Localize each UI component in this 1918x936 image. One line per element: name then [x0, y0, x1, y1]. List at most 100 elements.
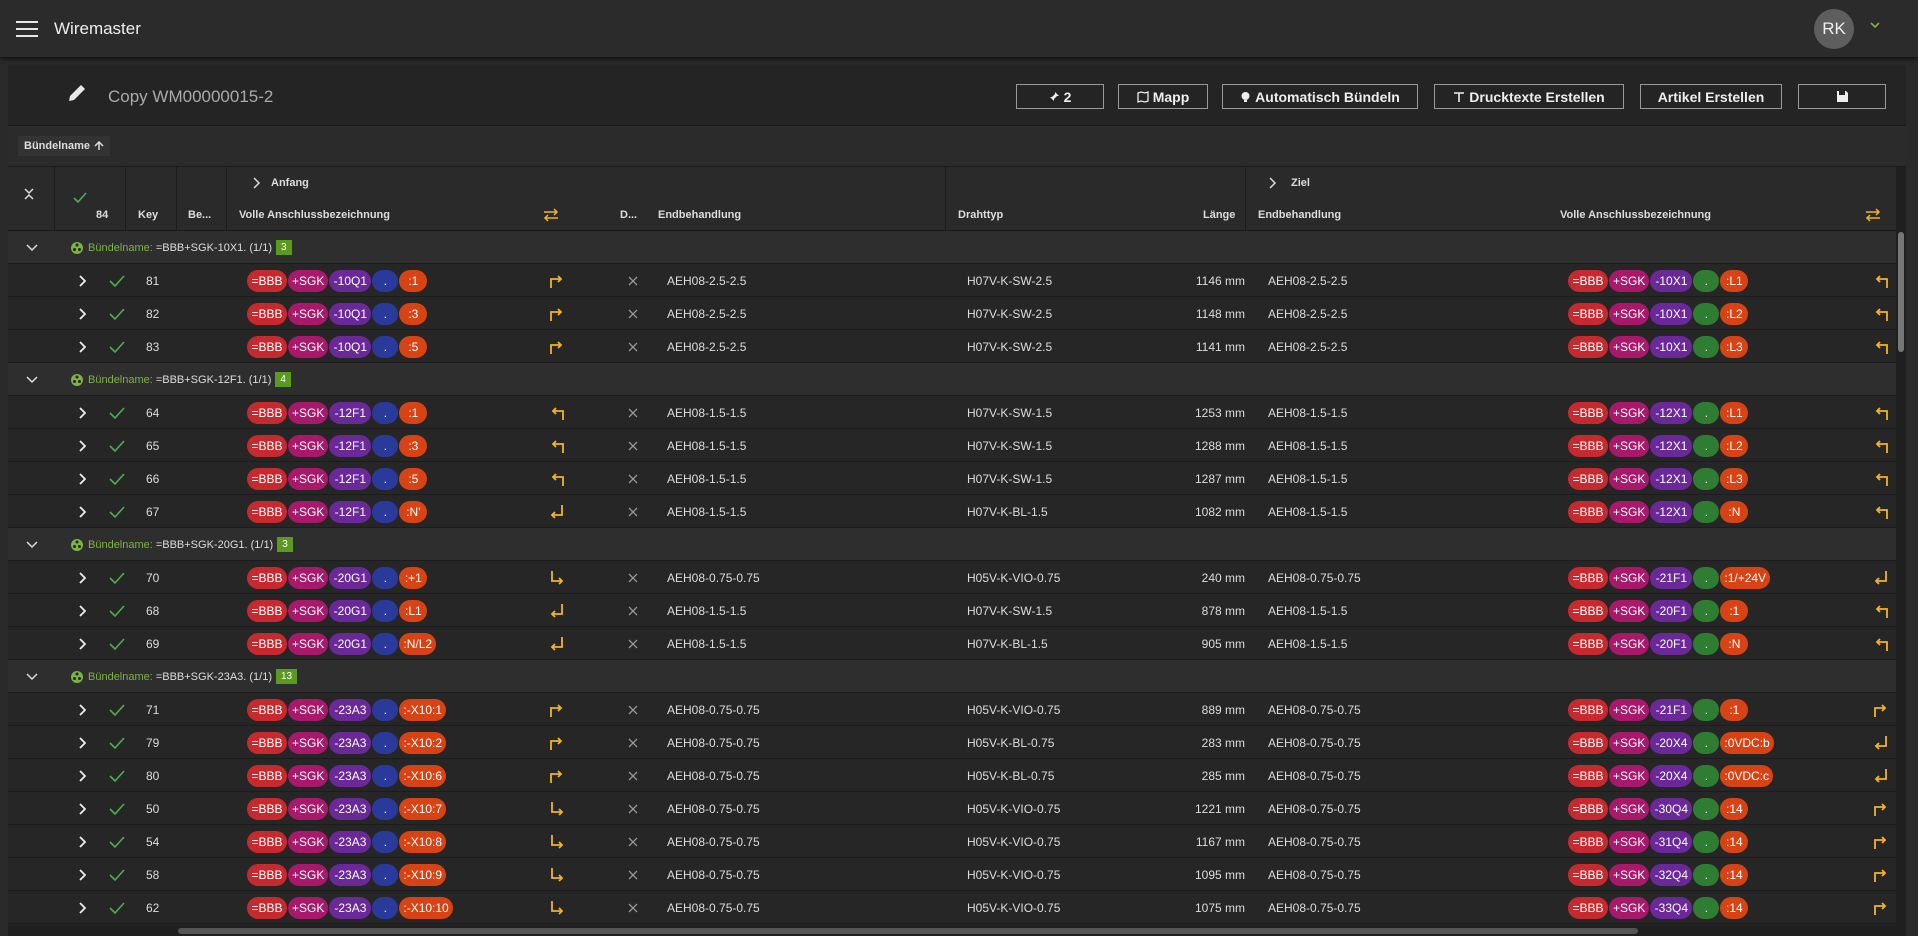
- table-row[interactable]: 67 =BBB +SGK -12F1.:N' AEH08-1.5-1.5 H07V-K-B…: [8, 495, 1898, 528]
- table-row[interactable]: 81 =BBB +SGK -10Q1.:1 AEH08-2.5-2.5 H07V-K-SW…: [8, 264, 1898, 297]
- chevron-right-icon[interactable]: [78, 462, 86, 495]
- check-icon[interactable]: [108, 561, 126, 594]
- direction-turn-left-icon[interactable]: [1872, 297, 1890, 330]
- check-icon[interactable]: [108, 495, 126, 528]
- chevron-right-icon[interactable]: [1268, 177, 1278, 189]
- table-row[interactable]: 64 =BBB +SGK -12F1.:1 AEH08-1.5-1.5 H07V-K-SW…: [8, 396, 1898, 429]
- direction-turn-left-icon[interactable]: [1872, 396, 1890, 429]
- chevron-right-icon[interactable]: [78, 330, 86, 363]
- close-icon[interactable]: [628, 858, 638, 891]
- chevron-right-icon[interactable]: [78, 891, 86, 924]
- chevron-right-icon[interactable]: [78, 561, 86, 594]
- check-icon[interactable]: [108, 297, 126, 330]
- sort-chip-buendelname[interactable]: Bündelname: [18, 136, 111, 156]
- direction-turn-right-icon[interactable]: [548, 726, 566, 759]
- toolbar-button-drucktexte-erstellen[interactable]: Drucktexte Erstellen: [1434, 84, 1624, 109]
- check-icon[interactable]: [108, 429, 126, 462]
- check-icon[interactable]: [108, 462, 126, 495]
- check-icon[interactable]: [108, 594, 126, 627]
- direction-return-icon[interactable]: [548, 627, 566, 660]
- direction-turn-left-icon[interactable]: [1872, 627, 1890, 660]
- check-icon[interactable]: [72, 191, 88, 205]
- horizontal-scroll-thumb[interactable]: [178, 928, 1638, 934]
- table-row[interactable]: 70 =BBB +SGK -20G1.:+1 AEH08-0.75-0.75 H05V-K…: [8, 561, 1898, 594]
- horizontal-scrollbar[interactable]: [8, 926, 1898, 936]
- chevron-right-icon[interactable]: [78, 726, 86, 759]
- col-drahttyp[interactable]: Drahttyp: [958, 209, 1003, 221]
- close-icon[interactable]: [628, 693, 638, 726]
- chevron-right-icon[interactable]: [78, 495, 86, 528]
- col-be[interactable]: Be...: [188, 209, 211, 221]
- direction-turn-right-icon[interactable]: [548, 693, 566, 726]
- swap-icon[interactable]: [1864, 207, 1882, 223]
- chevron-down-icon[interactable]: [26, 528, 38, 561]
- direction-return-icon[interactable]: [1872, 726, 1890, 759]
- group-row[interactable]: Bündelname: =BBB+SGK-23A3. (1/1) 13: [8, 660, 1898, 693]
- col-endbehandlung-anfang[interactable]: Endbehandlung: [658, 209, 741, 221]
- check-icon[interactable]: [108, 792, 126, 825]
- col-key[interactable]: Key: [138, 209, 158, 221]
- col-laenge[interactable]: Länge: [1203, 209, 1235, 221]
- direction-turn-right-icon[interactable]: [548, 330, 566, 363]
- check-icon[interactable]: [108, 396, 126, 429]
- check-icon[interactable]: [108, 759, 126, 792]
- chevron-right-icon[interactable]: [78, 759, 86, 792]
- direction-return-icon[interactable]: [548, 495, 566, 528]
- table-row[interactable]: 62 =BBB +SGK -23A3.:-X10:10 AEH08-0.75-0.75 H…: [8, 891, 1898, 924]
- col-endbehandlung-ziel[interactable]: Endbehandlung: [1258, 209, 1341, 221]
- check-icon[interactable]: [108, 726, 126, 759]
- chevron-right-icon[interactable]: [78, 594, 86, 627]
- check-icon[interactable]: [108, 891, 126, 924]
- close-icon[interactable]: [628, 495, 638, 528]
- vertical-scrollbar[interactable]: [1896, 167, 1906, 936]
- close-icon[interactable]: [628, 825, 638, 858]
- group-row[interactable]: Bündelname: =BBB+SGK-10X1. (1/1) 3: [8, 231, 1898, 264]
- table-row[interactable]: 54 =BBB +SGK -23A3.:-X10:8 AEH08-0.75-0.75 H0…: [8, 825, 1898, 858]
- direction-down-right-icon[interactable]: [548, 792, 566, 825]
- toolbar-button-mapp[interactable]: Mapp: [1118, 84, 1208, 109]
- direction-turn-left-icon[interactable]: [1872, 462, 1890, 495]
- swap-icon[interactable]: [542, 207, 560, 223]
- direction-down-right-icon[interactable]: [548, 891, 566, 924]
- col-d[interactable]: D...: [620, 209, 637, 221]
- avatar[interactable]: RK: [1814, 9, 1854, 49]
- direction-turn-left-icon[interactable]: [1872, 264, 1890, 297]
- close-icon[interactable]: [628, 330, 638, 363]
- table-row[interactable]: 71 =BBB +SGK -23A3.:-X10:1 AEH08-0.75-0.75 H0…: [8, 693, 1898, 726]
- close-icon[interactable]: [628, 561, 638, 594]
- direction-turn-right-icon[interactable]: [548, 264, 566, 297]
- direction-turn-right-icon[interactable]: [1872, 891, 1890, 924]
- chevron-down-icon[interactable]: [26, 660, 38, 693]
- direction-down-right-icon[interactable]: [548, 858, 566, 891]
- menu-icon[interactable]: [16, 20, 38, 37]
- direction-down-right-icon[interactable]: [548, 561, 566, 594]
- close-icon[interactable]: [628, 627, 638, 660]
- close-icon[interactable]: [628, 759, 638, 792]
- vertical-scroll-thumb[interactable]: [1898, 232, 1904, 352]
- table-row[interactable]: 50 =BBB +SGK -23A3.:-X10:7 AEH08-0.75-0.75 H0…: [8, 792, 1898, 825]
- direction-turn-right-icon[interactable]: [548, 297, 566, 330]
- close-icon[interactable]: [628, 429, 638, 462]
- chevron-down-icon[interactable]: [26, 363, 38, 396]
- chevron-right-icon[interactable]: [78, 792, 86, 825]
- direction-turn-left-icon[interactable]: [548, 396, 566, 429]
- chevron-down-icon[interactable]: [26, 231, 38, 264]
- toolbar-button-automatisch-b-ndeln[interactable]: Automatisch Bündeln: [1222, 84, 1418, 109]
- table-row[interactable]: 82 =BBB +SGK -10Q1.:3 AEH08-2.5-2.5 H07V-K-SW…: [8, 297, 1898, 330]
- chevron-right-icon[interactable]: [78, 297, 86, 330]
- direction-turn-right-icon[interactable]: [1872, 792, 1890, 825]
- check-icon[interactable]: [108, 330, 126, 363]
- check-icon[interactable]: [108, 627, 126, 660]
- direction-turn-right-icon[interactable]: [1872, 693, 1890, 726]
- direction-turn-right-icon[interactable]: [1872, 858, 1890, 891]
- direction-return-icon[interactable]: [548, 594, 566, 627]
- chevron-right-icon[interactable]: [78, 264, 86, 297]
- table-row[interactable]: 69 =BBB +SGK -20G1.:N/L2 AEH08-1.5-1.5 H07V-K…: [8, 627, 1898, 660]
- table-row[interactable]: 80 =BBB +SGK -23A3.:-X10:6 AEH08-0.75-0.75 H0…: [8, 759, 1898, 792]
- close-icon[interactable]: [628, 726, 638, 759]
- close-icon[interactable]: [628, 594, 638, 627]
- direction-turn-right-icon[interactable]: [548, 759, 566, 792]
- direction-turn-left-icon[interactable]: [1872, 594, 1890, 627]
- close-icon[interactable]: [628, 462, 638, 495]
- check-icon[interactable]: [108, 825, 126, 858]
